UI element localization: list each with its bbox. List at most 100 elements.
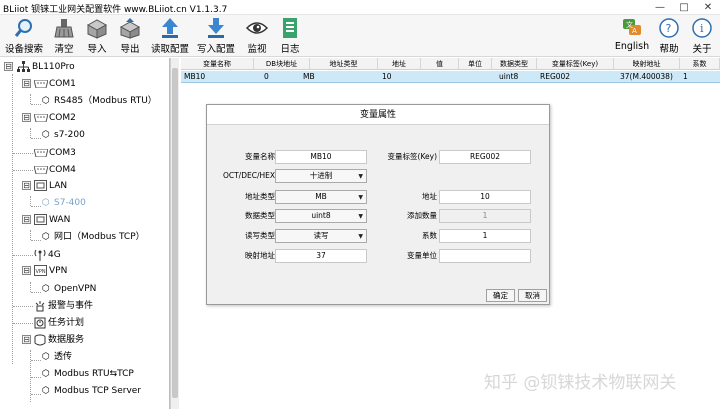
svg-text:VPN: VPN <box>36 269 46 275</box>
tree-node-label: 网口（Modbus TCP） <box>54 232 145 242</box>
upload-arrow-icon <box>162 18 178 38</box>
log-button[interactable]: 日志 <box>275 16 305 56</box>
data-type-select[interactable]: uint8 ▼ <box>275 209 367 223</box>
var-key-input[interactable]: REG002 <box>439 150 531 164</box>
write-config-label: 写入配置 <box>196 44 235 55</box>
rw-type-select[interactable]: 读写 ▼ <box>275 229 367 243</box>
title-bar: BLiiot 钡铼工业网关配置软件 www.BLiiot.cn V1.1.3.7… <box>0 0 720 15</box>
tree-connector <box>30 94 31 104</box>
cube-icon: ⬡ <box>42 369 50 379</box>
download-arrow-icon <box>208 18 224 38</box>
var-name-input[interactable]: MB10 <box>275 150 367 164</box>
collapse-icon[interactable]: ⊟ <box>22 181 31 190</box>
addr-type-select[interactable]: MB ▼ <box>275 190 367 204</box>
search-icon <box>14 19 32 37</box>
monitor-label: 监视 <box>247 44 267 55</box>
tree-node-label: 数据服务 <box>48 335 85 345</box>
serial-port-icon <box>34 166 48 174</box>
tree-node-label: OpenVPN <box>54 284 97 294</box>
map-addr-input[interactable]: 37 <box>275 249 367 263</box>
tree-node-label: s7-200 <box>54 130 85 140</box>
import-label: 导入 <box>87 44 107 55</box>
var-unit-label: 变量单位 <box>407 251 437 260</box>
cube-icon: ⬡ <box>42 386 50 396</box>
col-var-key[interactable]: 变量标签(Key) <box>537 58 614 70</box>
base-select[interactable]: 十进制 ▼ <box>275 169 367 183</box>
coef-input[interactable]: 1 <box>439 229 531 243</box>
table-row[interactable]: MB10 0 MB 10 uint8 REG002 37(M.400038) 1 <box>181 71 720 83</box>
col-var-name[interactable]: 变量名称 <box>181 58 254 70</box>
network-tree-icon <box>17 61 30 72</box>
dropdown-arrow-icon: ▼ <box>358 173 363 180</box>
col-coefficient[interactable]: 系数 <box>680 58 720 70</box>
about-button[interactable]: i 关于 <box>688 16 716 56</box>
write-config-button[interactable]: 写入配置 <box>194 16 238 56</box>
close-button[interactable]: ✕ <box>696 0 720 15</box>
variable-properties-dialog: 变量属性 变量名称 MB10 变量标签(Key) REG002 OCT/DEC/… <box>206 104 550 305</box>
english-button[interactable]: 文A English <box>612 16 652 56</box>
cell-address: 10 <box>382 72 392 81</box>
collapse-icon[interactable]: ⊟ <box>4 62 13 71</box>
tree-node-label: BL110Pro <box>32 62 75 72</box>
read-config-button[interactable]: 读取配置 <box>148 16 192 56</box>
address-input[interactable]: 10 <box>439 190 531 204</box>
tree-scroll-thumb[interactable] <box>172 68 178 398</box>
clear-button[interactable]: 清空 <box>49 16 79 56</box>
dialog-title: 变量属性 <box>207 105 549 125</box>
broom-icon <box>54 19 74 38</box>
cell-address-type: MB <box>303 72 315 81</box>
col-map-address[interactable]: 映射地址 <box>614 58 680 70</box>
add-count-label: 添加数量 <box>407 211 437 220</box>
tree-connector <box>13 306 33 307</box>
cell-coefficient: 1 <box>683 72 688 81</box>
col-address-type[interactable]: 地址类型 <box>310 58 378 70</box>
cell-var-key: REG002 <box>540 72 571 81</box>
watermark-text: 知乎 @钡铼技术物联网关 <box>484 373 677 393</box>
col-unit[interactable]: 单位 <box>459 58 492 70</box>
col-db-address[interactable]: DB块地址 <box>254 58 310 70</box>
data-type-label: 数据类型 <box>245 211 275 220</box>
coef-label: 系数 <box>422 231 437 240</box>
minimize-button[interactable]: — <box>648 0 672 15</box>
tree-connector <box>30 196 31 206</box>
about-label: 关于 <box>692 44 712 55</box>
dropdown-arrow-icon: ▼ <box>358 194 363 201</box>
device-search-button[interactable]: 设备搜索 <box>3 16 45 56</box>
tree-connector <box>31 360 41 361</box>
tree-connector <box>13 255 33 256</box>
collapse-icon[interactable]: ⊟ <box>22 335 31 344</box>
rw-type-value: 读写 <box>313 231 329 240</box>
tree-connector <box>12 74 13 364</box>
collapse-icon[interactable]: ⊟ <box>22 113 31 122</box>
data-type-value: uint8 <box>311 211 331 220</box>
tree-node-label: COM1 <box>49 79 76 89</box>
tree-scrollbar[interactable] <box>170 58 179 409</box>
col-data-type[interactable]: 数据类型 <box>492 58 537 70</box>
add-count-input: 1 <box>439 209 531 223</box>
collapse-icon[interactable]: ⊟ <box>22 266 31 275</box>
read-config-label: 读取配置 <box>150 44 189 55</box>
serial-port-icon <box>34 114 48 122</box>
english-label: English <box>614 41 650 52</box>
tree-node-label: COM2 <box>49 113 76 123</box>
toolbar: 设备搜索 清空 导入 导出 读取配置 写入配置 监视 日志 文A English… <box>0 15 720 57</box>
collapse-icon[interactable]: ⊟ <box>22 215 31 224</box>
col-value[interactable]: 值 <box>421 58 459 70</box>
export-button[interactable]: 导出 <box>115 16 145 56</box>
tree-connector <box>31 377 41 378</box>
import-button[interactable]: 导入 <box>82 16 112 56</box>
col-address[interactable]: 地址 <box>378 58 421 70</box>
base-label: OCT/DEC/HEX <box>222 171 275 180</box>
var-unit-input[interactable] <box>439 249 531 263</box>
alarm-icon <box>35 301 45 312</box>
info-icon: i <box>692 18 712 38</box>
tree-node-label: WAN <box>49 215 71 225</box>
collapse-icon[interactable]: ⊟ <box>22 79 31 88</box>
cancel-button[interactable]: 取消 <box>518 289 547 302</box>
ok-button[interactable]: 确定 <box>486 289 515 302</box>
monitor-button[interactable]: 监视 <box>242 16 272 56</box>
help-button[interactable]: ? 帮助 <box>655 16 683 56</box>
restore-button[interactable]: □ <box>672 0 696 15</box>
tree-connector <box>31 104 41 105</box>
lan-icon <box>34 214 47 225</box>
